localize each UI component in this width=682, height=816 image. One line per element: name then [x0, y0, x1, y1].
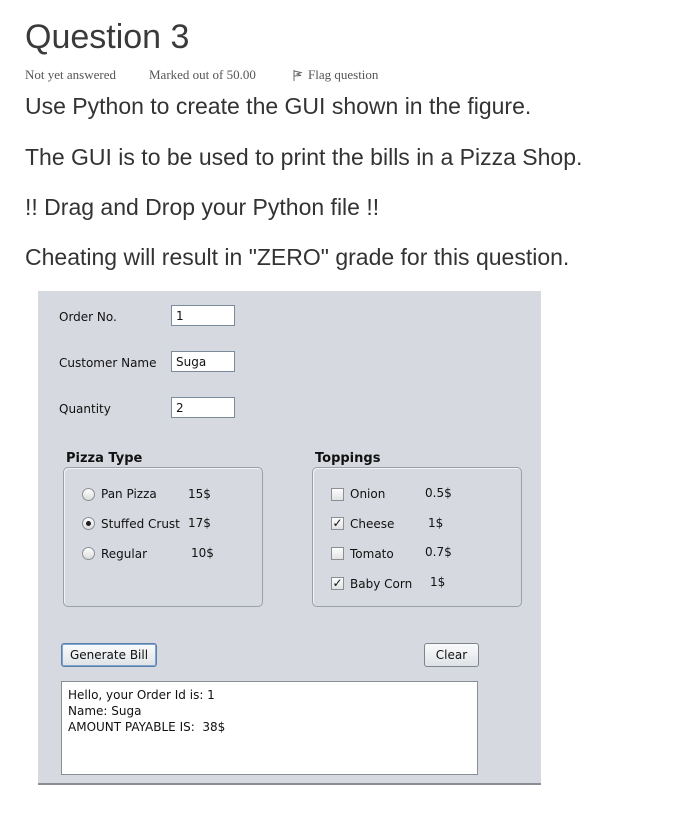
question-paragraph: Cheating will result in "ZERO" grade for… — [25, 244, 570, 270]
pan-pizza-price: 15$ — [188, 487, 211, 501]
output-line: Name: Suga — [68, 704, 142, 718]
marks-info: Marked out of 50.00 — [149, 67, 256, 82]
quantity-field[interactable]: 2 — [171, 397, 235, 418]
onion-price: 0.5$ — [425, 486, 452, 500]
stuffed-crust-price: 17$ — [188, 516, 211, 530]
baby-corn-checkbox[interactable]: ✓ — [331, 577, 344, 590]
pan-pizza-radio[interactable] — [82, 488, 95, 501]
cheese-checkbox[interactable]: ✓ — [331, 517, 344, 530]
question-paragraph: The GUI is to be used to print the bills… — [25, 144, 583, 170]
question-title: Question 3 — [25, 18, 190, 56]
pizza-type-group — [63, 467, 263, 607]
regular-price: 10$ — [191, 546, 214, 560]
flag-question-label: Flag question — [308, 67, 379, 82]
flag-question-link[interactable]: Flag question — [293, 67, 378, 83]
answer-status: Not yet answered — [25, 67, 116, 82]
pizza-gui-window: Order No. 1 Customer Name Suga Quantity … — [38, 291, 541, 785]
customer-name-field[interactable]: Suga — [171, 351, 235, 372]
flag-icon — [293, 70, 303, 81]
onion-checkbox[interactable] — [331, 488, 344, 501]
output-line: Hello, your Order Id is: 1 — [68, 688, 215, 702]
output-line: AMOUNT PAYABLE IS: 38$ — [68, 720, 226, 734]
baby-corn-label: Baby Corn — [350, 577, 413, 591]
cheese-label: Cheese — [350, 517, 395, 531]
cheese-price: 1$ — [428, 516, 444, 530]
clear-button[interactable]: Clear — [424, 643, 479, 667]
stuffed-crust-label: Stuffed Crust — [101, 517, 180, 531]
order-number-label: Order No. — [59, 310, 117, 324]
quantity-label: Quantity — [59, 402, 111, 416]
baby-corn-price: 1$ — [430, 575, 446, 589]
question-paragraph: Use Python to create the GUI shown in th… — [25, 93, 532, 119]
question-paragraph: !! Drag and Drop your Python file !! — [25, 194, 380, 220]
order-number-field[interactable]: 1 — [171, 305, 235, 326]
onion-label: Onion — [350, 487, 386, 501]
stuffed-crust-radio[interactable] — [82, 517, 95, 530]
bill-output-area[interactable]: Hello, your Order Id is: 1 Name: Suga AM… — [61, 681, 478, 775]
customer-name-label: Customer Name — [59, 356, 157, 370]
regular-label: Regular — [101, 547, 148, 561]
regular-radio[interactable] — [82, 547, 95, 560]
pan-pizza-label: Pan Pizza — [101, 487, 157, 501]
pizza-type-title: Pizza Type — [66, 451, 143, 466]
toppings-title: Toppings — [315, 451, 381, 466]
tomato-price: 0.7$ — [425, 545, 452, 559]
generate-bill-button[interactable]: Generate Bill — [61, 643, 157, 667]
tomato-checkbox[interactable] — [331, 547, 344, 560]
tomato-label: Tomato — [350, 547, 394, 561]
